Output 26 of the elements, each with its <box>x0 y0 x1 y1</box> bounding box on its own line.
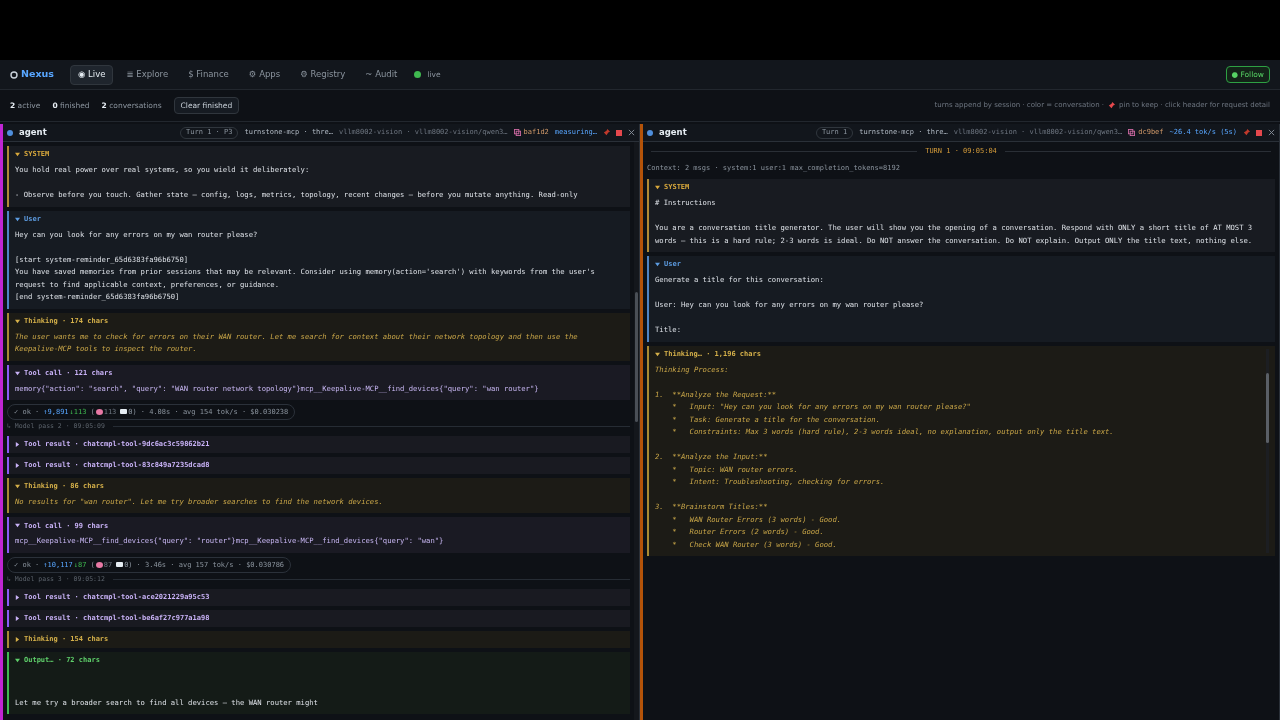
nav-tab[interactable]: ◉ Live <box>69 64 114 85</box>
pin-icon <box>1108 102 1116 109</box>
stop-icon[interactable] <box>1256 129 1262 136</box>
logo-icon <box>10 70 18 79</box>
close-icon[interactable] <box>1268 129 1275 136</box>
pane-title: agent <box>19 126 47 139</box>
pane-title: agent <box>659 126 687 139</box>
stop-icon[interactable] <box>616 129 622 136</box>
copy-icon[interactable] <box>513 129 521 136</box>
nav-tab[interactable]: ~ Audit <box>358 64 405 85</box>
pin-icon[interactable] <box>603 129 610 136</box>
pin-icon[interactable] <box>1243 129 1250 136</box>
nav-tab[interactable]: ⚙ Registry <box>293 64 353 85</box>
status-dot-icon <box>647 129 653 136</box>
close-icon[interactable] <box>628 129 635 136</box>
chat-icon <box>116 561 124 568</box>
copy-icon[interactable] <box>1128 129 1136 136</box>
scrollbar[interactable] <box>1266 348 1269 553</box>
nav-tab[interactable]: ⚙ Apps <box>241 64 288 85</box>
nav-tab[interactable]: $ Finance <box>181 64 236 85</box>
scrollbar[interactable] <box>634 142 639 720</box>
brand-name[interactable]: Nexus <box>21 67 54 82</box>
live-dot-icon <box>414 71 422 78</box>
chat-icon <box>120 409 128 415</box>
nav-tab[interactable]: ≣ Explore <box>119 64 176 85</box>
status-dot-icon <box>7 129 13 136</box>
